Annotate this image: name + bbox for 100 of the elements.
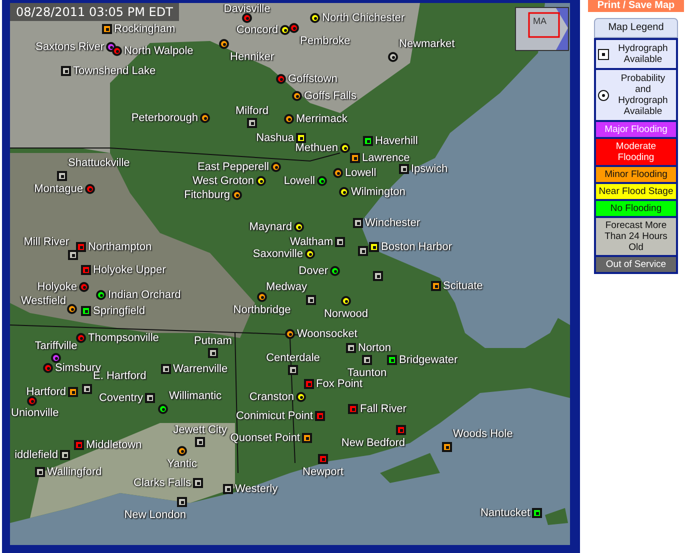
map-timestamp: 08/28/2011 03:05 PM EDT [10,3,179,21]
gauge-square-marker[interactable] [431,281,441,291]
gauge-label: Merrimack [296,113,348,125]
gauge-square-marker[interactable] [387,355,397,365]
gauge-label: Fox Point [316,378,362,390]
gauge-label: Saxtons River [36,41,104,53]
gauge-square-marker[interactable] [76,242,86,252]
gauge-label: New London [124,509,186,521]
gauge-label: North Chichester [322,12,405,24]
gauge-label: Scituate [443,280,483,292]
locator-map-icon[interactable] [515,7,569,51]
gauge-square-marker[interactable] [306,295,316,305]
gauge-square-marker[interactable] [315,411,325,421]
gauge-square-marker[interactable] [296,133,306,143]
gauge-label: Norwood [324,308,368,320]
gauge-square-marker[interactable] [195,437,205,447]
gauge-label: Westfield [20,295,66,307]
gauge-label: Newmarket [399,38,455,50]
gauge-label: Pembroke [300,35,350,47]
gauge-label: Wilmington [351,186,406,198]
gauge-square-marker[interactable] [81,306,91,316]
gauge-square-marker[interactable] [223,484,233,494]
gauge-square-marker[interactable] [362,355,372,365]
gauge-label: Winchester [365,217,420,229]
gauge-label: Simsbury [55,362,101,374]
gauge-label: Taunton [347,367,387,379]
gauge-label: Dover [298,265,328,277]
gauge-label: Springfield [93,305,145,317]
gauge-label: Cranston [249,391,294,403]
gauge-square-marker[interactable] [348,404,358,414]
gauge-square-marker[interactable] [532,508,542,518]
gauge-square-marker[interactable] [335,237,345,247]
gauge-square-marker[interactable] [161,364,171,374]
legend-swatch: Moderate Flooding [596,139,676,165]
gauge-label: Montague [34,183,83,195]
gauge-label: Shattuckville [68,157,130,169]
legend-swatch: Minor Flooding [596,167,676,182]
gauge-label: Centerdale [266,352,320,364]
gauge-square-marker[interactable] [369,242,379,252]
gauge-label: Bridgewater [399,354,458,366]
gauge-label: Medway [266,281,307,293]
gauge-square-marker[interactable] [288,365,298,375]
gauge-square-marker[interactable] [399,164,409,174]
gauge-circle-marker[interactable] [27,396,37,406]
gauge-label: Willimantic [169,390,222,402]
gauge-square-marker[interactable] [68,387,78,397]
gauge-square-marker[interactable] [208,348,218,358]
gauge-label: Maynard [249,221,292,233]
gauge-square-marker[interactable] [102,24,112,34]
gauge-square-marker[interactable] [61,66,71,76]
gauge-square-marker[interactable] [442,442,452,452]
gauge-circle-marker[interactable] [242,13,252,23]
legend-tab[interactable]: Map Legend [594,18,678,38]
gauge-label: Lowell [284,175,315,187]
gauge-label: Nashua [256,132,294,144]
gauge-label: Mill River [24,236,69,248]
gauge-square-marker[interactable] [350,153,360,163]
legend-swatch: No Flooding [596,201,676,216]
gauge-label: Nantucket [480,507,530,519]
gauge-label: Jewett City [173,424,227,436]
gauge-square-marker[interactable] [363,136,373,146]
gauge-label: Woods Hole [453,428,513,440]
gauge-square-marker[interactable] [57,171,67,181]
gauge-square-marker[interactable] [318,454,328,464]
gauge-label: Conimicut Point [236,410,313,422]
gauge-label: Fall River [360,403,406,415]
gauge-square-marker[interactable] [74,440,84,450]
gauge-square-marker[interactable] [373,271,383,281]
legend-label: Hydrograph Available [617,43,669,65]
gauge-square-marker[interactable] [346,343,356,353]
gauge-square-marker[interactable] [302,433,312,443]
circle-marker-icon [598,90,609,100]
gauge-label: Boston Harbor [381,241,452,253]
gauge-label: Davisville [224,3,270,15]
gauge-square-marker[interactable] [81,265,91,275]
gauge-square-marker[interactable] [358,246,368,256]
gauge-label: Yantic [167,458,197,470]
gauge-square-marker[interactable] [68,250,78,260]
gauge-square-marker[interactable] [396,425,406,435]
gauge-square-marker[interactable] [177,497,187,507]
gauge-square-marker[interactable] [82,384,92,394]
square-marker-icon [598,48,609,60]
gauge-square-marker[interactable] [247,118,257,128]
gauge-label: Haverhill [375,135,418,147]
gauge-label: Tariffville [34,340,78,352]
legend-swatch: Major Flooding [596,122,676,137]
gauge-label: Norton [358,342,392,354]
gauge-square-marker[interactable] [145,393,155,403]
gauge-square-marker[interactable] [35,467,45,477]
gauge-square-marker[interactable] [353,218,363,228]
gauge-label: Clarks Falls [134,477,191,489]
gauge-label: Warrenville [173,363,228,375]
gauge-square-marker[interactable] [304,379,314,389]
gauge-label: Concord [236,24,278,36]
gauge-label: Coventry [98,392,143,404]
gauge-label: Methuen [295,142,338,154]
gauge-square-marker[interactable] [60,450,70,460]
gauge-label: iddlefield [14,449,58,461]
gauge-square-marker[interactable] [193,478,203,488]
legend-swatch: Forecast More Than 24 Hours Old [596,218,676,255]
